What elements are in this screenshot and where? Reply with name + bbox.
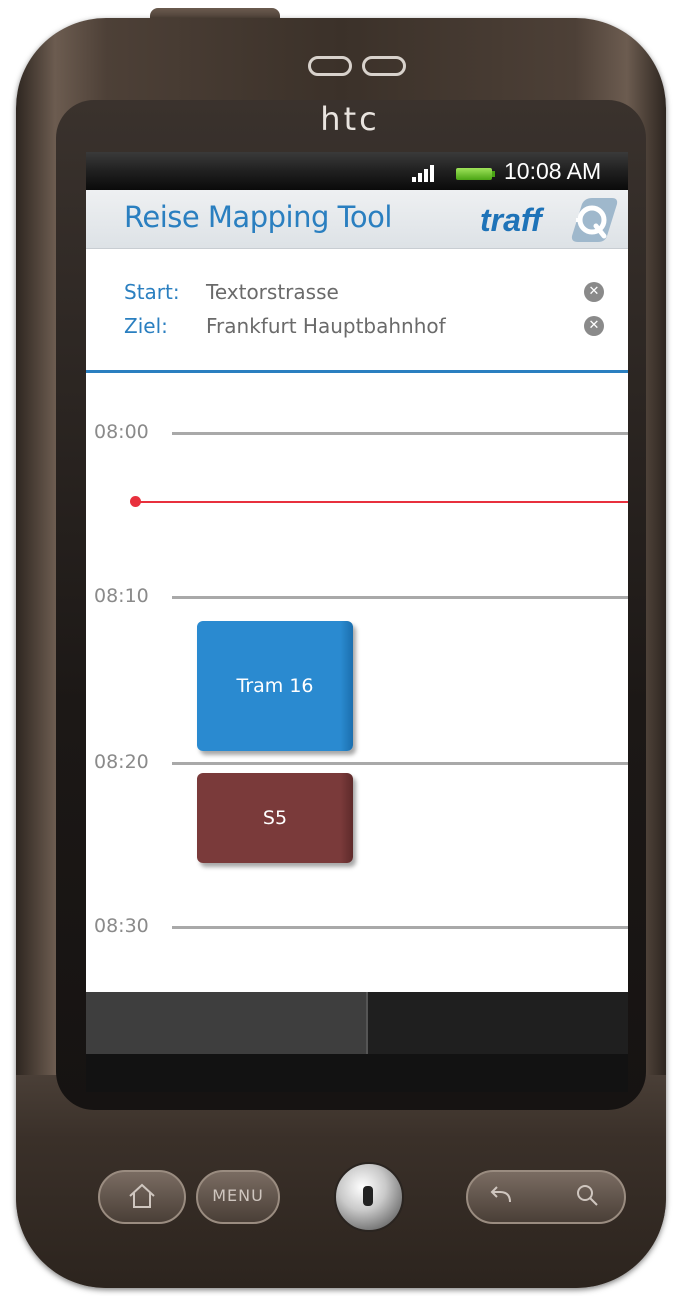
time-label: 08:10 bbox=[94, 585, 149, 607]
time-gridline bbox=[172, 762, 628, 765]
app-window: Reise Mapping Tool traff Start: Textorst… bbox=[86, 190, 628, 992]
time-row-0810: 08:10 bbox=[86, 585, 628, 609]
current-time-line bbox=[136, 501, 628, 503]
time-gridline bbox=[172, 926, 628, 929]
time-row-0820: 08:20 bbox=[86, 751, 628, 775]
home-button[interactable] bbox=[98, 1170, 186, 1224]
screen: 10:08 AM Reise Mapping Tool traff Start:… bbox=[86, 152, 628, 1092]
trackball[interactable] bbox=[334, 1162, 404, 1232]
time-label: 08:30 bbox=[94, 915, 149, 937]
time-label: 08:20 bbox=[94, 751, 149, 773]
time-row-0830: 08:30 bbox=[86, 915, 628, 939]
time-gridline bbox=[172, 432, 628, 435]
time-label: 08:00 bbox=[94, 421, 149, 443]
time-row-0800: 08:00 bbox=[86, 421, 628, 445]
home-icon bbox=[129, 1183, 155, 1208]
status-clock: 10:08 AM bbox=[504, 158, 602, 184]
back-search-rocker[interactable] bbox=[466, 1170, 626, 1224]
trafficq-logo-emblem-icon bbox=[571, 198, 618, 242]
route-panel: Start: Textorstrasse ✕ Ziel: Frankfurt H… bbox=[86, 248, 628, 370]
trip-card-s5[interactable]: S5 bbox=[197, 773, 353, 863]
dest-label: Ziel: bbox=[124, 314, 168, 338]
search-icon[interactable] bbox=[568, 1176, 608, 1216]
app-title: Reise Mapping Tool bbox=[124, 200, 392, 234]
start-value[interactable]: Textorstrasse bbox=[206, 280, 339, 304]
back-icon[interactable] bbox=[482, 1176, 522, 1216]
timeline[interactable]: 08:00 08:10 08:20 08:30 Tram 16 S5 bbox=[86, 373, 628, 992]
clear-start-icon[interactable]: ✕ bbox=[584, 282, 604, 302]
speaker-grille-left bbox=[308, 56, 352, 76]
brand-logo: htc bbox=[320, 100, 380, 138]
clear-dest-icon[interactable]: ✕ bbox=[584, 316, 604, 336]
bottom-bar-divider bbox=[366, 992, 368, 1054]
menu-button[interactable]: MENU bbox=[196, 1170, 280, 1224]
speaker-grille-right bbox=[362, 56, 406, 76]
app-bottom-bar bbox=[86, 992, 628, 1054]
current-time-dot bbox=[130, 496, 141, 507]
signal-bars-icon bbox=[412, 164, 436, 182]
trafficq-logo-text: traff bbox=[480, 202, 542, 238]
start-label: Start: bbox=[124, 280, 180, 304]
trip-card-tram-16[interactable]: Tram 16 bbox=[197, 621, 353, 751]
time-gridline bbox=[172, 596, 628, 599]
dest-value[interactable]: Frankfurt Hauptbahnhof bbox=[206, 314, 446, 338]
app-title-bar: Reise Mapping Tool traff bbox=[86, 190, 628, 249]
battery-icon bbox=[456, 168, 495, 180]
status-bar: 10:08 AM bbox=[86, 152, 628, 190]
